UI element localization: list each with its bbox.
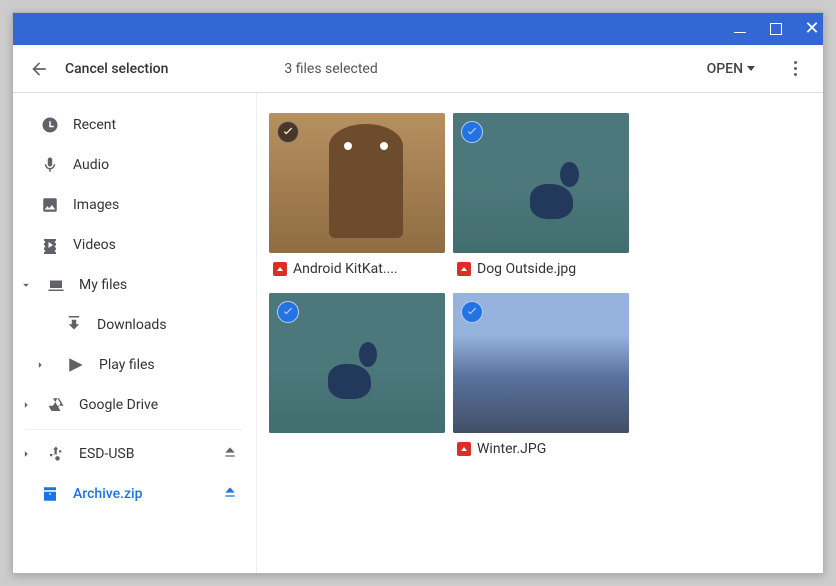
toolbar: Cancel selection 3 files selected OPEN bbox=[13, 45, 823, 93]
sidebar-item-label: Recent bbox=[73, 117, 244, 133]
more-menu-button[interactable] bbox=[783, 61, 807, 76]
play-icon bbox=[67, 356, 85, 374]
file-thumbnail[interactable]: Android KitKat.... bbox=[269, 113, 445, 285]
image-file-icon bbox=[457, 442, 471, 456]
chevron-right-icon bbox=[33, 358, 47, 372]
selection-checkmark[interactable] bbox=[461, 301, 483, 323]
sidebar-item-label: Play files bbox=[99, 357, 244, 373]
maximize-button[interactable] bbox=[769, 22, 783, 36]
usb-icon bbox=[47, 445, 65, 463]
chevron-down-icon bbox=[747, 66, 755, 71]
recent-icon bbox=[41, 116, 59, 134]
thumbnail-image bbox=[269, 113, 445, 253]
sidebar-item-google-drive[interactable]: Google Drive bbox=[13, 385, 256, 425]
sidebar-item-label: Audio bbox=[73, 157, 244, 173]
file-caption bbox=[269, 433, 445, 465]
videos-icon bbox=[41, 236, 59, 254]
sidebar-separator bbox=[27, 429, 242, 430]
selection-checkmark[interactable] bbox=[277, 301, 299, 323]
sidebar-item-play-files[interactable]: Play files bbox=[13, 345, 256, 385]
drive-icon bbox=[47, 396, 65, 414]
thumbnail-image bbox=[453, 113, 629, 253]
audio-icon bbox=[41, 156, 59, 174]
selection-count-label: 3 files selected bbox=[284, 61, 377, 77]
sidebar-item-label: Google Drive bbox=[79, 397, 244, 413]
minimize-button[interactable] bbox=[733, 22, 747, 36]
app-body: Recent Audio Images Videos My files bbox=[13, 93, 823, 573]
file-caption: Winter.JPG bbox=[453, 433, 629, 465]
cancel-selection-label[interactable]: Cancel selection bbox=[65, 61, 168, 77]
files-app-window: ✕ Cancel selection 3 files selected OPEN… bbox=[12, 12, 824, 574]
file-name: Android KitKat.... bbox=[293, 261, 398, 277]
file-caption: Android KitKat.... bbox=[269, 253, 445, 285]
sidebar-item-label: ESD-USB bbox=[79, 446, 208, 462]
open-button[interactable]: OPEN bbox=[707, 61, 755, 77]
back-arrow-icon[interactable] bbox=[29, 59, 49, 79]
sidebar: Recent Audio Images Videos My files bbox=[13, 93, 257, 573]
archive-icon bbox=[41, 485, 59, 503]
image-file-icon bbox=[273, 262, 287, 276]
sidebar-item-esd-usb[interactable]: ESD-USB bbox=[13, 434, 256, 474]
sidebar-item-label: Videos bbox=[73, 237, 244, 253]
chevron-down-icon bbox=[19, 278, 33, 292]
sidebar-item-downloads[interactable]: Downloads bbox=[13, 305, 256, 345]
sidebar-item-audio[interactable]: Audio bbox=[13, 145, 256, 185]
chevron-right-icon bbox=[19, 398, 33, 412]
selection-checkmark[interactable] bbox=[461, 121, 483, 143]
titlebar: ✕ bbox=[13, 13, 823, 45]
file-grid: Android KitKat.... Dog Outside.jpg bbox=[257, 93, 823, 573]
sidebar-item-label: My files bbox=[79, 277, 244, 293]
sidebar-item-recent[interactable]: Recent bbox=[13, 105, 256, 145]
sidebar-item-videos[interactable]: Videos bbox=[13, 225, 256, 265]
download-icon bbox=[65, 316, 83, 334]
images-icon bbox=[41, 196, 59, 214]
sidebar-item-my-files[interactable]: My files bbox=[13, 265, 256, 305]
thumbnail-image bbox=[269, 293, 445, 433]
file-caption: Dog Outside.jpg bbox=[453, 253, 629, 285]
file-thumbnail[interactable] bbox=[269, 293, 445, 465]
thumbnail-image bbox=[453, 293, 629, 433]
selection-checkmark[interactable] bbox=[277, 121, 299, 143]
sidebar-item-images[interactable]: Images bbox=[13, 185, 256, 225]
eject-icon[interactable] bbox=[222, 484, 238, 504]
file-name: Dog Outside.jpg bbox=[477, 261, 576, 277]
chevron-right-icon bbox=[19, 447, 33, 461]
close-button[interactable]: ✕ bbox=[805, 22, 819, 36]
sidebar-item-archive[interactable]: Archive.zip bbox=[13, 474, 256, 514]
sidebar-item-label: Images bbox=[73, 197, 244, 213]
sidebar-item-label: Archive.zip bbox=[73, 486, 208, 502]
file-thumbnail[interactable]: Winter.JPG bbox=[453, 293, 629, 465]
image-file-icon bbox=[457, 262, 471, 276]
eject-icon[interactable] bbox=[222, 444, 238, 464]
laptop-icon bbox=[47, 276, 65, 294]
sidebar-item-label: Downloads bbox=[97, 317, 244, 333]
open-button-label: OPEN bbox=[707, 61, 743, 77]
file-name: Winter.JPG bbox=[477, 441, 546, 457]
file-thumbnail[interactable]: Dog Outside.jpg bbox=[453, 113, 629, 285]
